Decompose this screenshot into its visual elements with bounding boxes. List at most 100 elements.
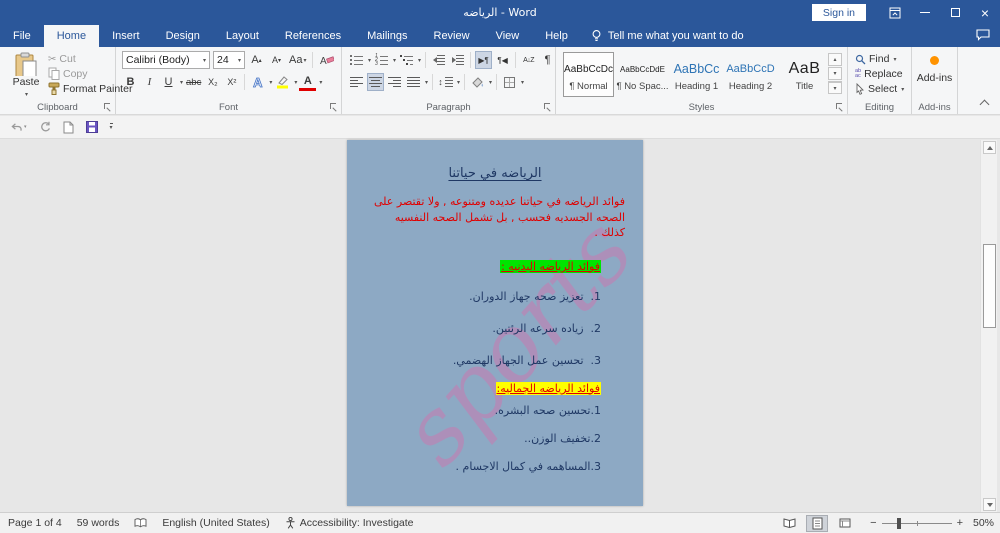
decrease-indent-button[interactable] (430, 51, 447, 69)
zoom-out-button[interactable]: − (870, 517, 876, 529)
change-case-button[interactable]: Aa (288, 51, 307, 69)
tab-references[interactable]: References (272, 25, 354, 47)
text-effects-caret-icon[interactable] (268, 76, 272, 88)
word-count[interactable]: 59 words (77, 517, 120, 529)
tab-design[interactable]: Design (153, 25, 213, 47)
list-item[interactable]: 1.تحسين صحه البشره. (363, 403, 601, 418)
multilevel-list-button[interactable] (398, 51, 415, 69)
tab-layout[interactable]: Layout (213, 25, 272, 47)
strikethrough-button[interactable]: abc (185, 73, 202, 91)
addins-button[interactable]: Add-ins (912, 56, 957, 84)
superscript-button[interactable]: X² (223, 73, 240, 91)
shading-caret-icon[interactable] (488, 76, 492, 88)
styles-more-button[interactable]: ▾ (828, 81, 842, 94)
subscript-button[interactable]: X₂ (204, 73, 221, 91)
clear-formatting-button[interactable]: A (318, 51, 335, 69)
numbering-caret-icon[interactable] (392, 54, 396, 66)
font-size-combobox[interactable]: 24 (213, 51, 245, 69)
font-color-button[interactable]: A (299, 73, 317, 91)
tab-mailings[interactable]: Mailings (354, 25, 420, 47)
justify-caret-icon[interactable] (424, 76, 428, 88)
justify-button[interactable] (405, 73, 422, 91)
vertical-scrollbar[interactable] (980, 140, 997, 512)
align-center-button[interactable] (367, 73, 384, 91)
text-effects-button[interactable]: A (249, 73, 266, 91)
style-no-spacing[interactable]: AaBbCcDdE ¶ No Spac... (616, 52, 668, 97)
proofing-button[interactable] (134, 518, 147, 528)
minimize-button[interactable] (910, 0, 940, 25)
shading-button[interactable] (469, 73, 486, 91)
zoom-slider-thumb[interactable] (896, 517, 901, 529)
tab-review[interactable]: Review (421, 25, 483, 47)
highlight-caret-icon[interactable] (293, 76, 297, 88)
beauty-benefits-heading[interactable]: فوائد الرياضه الجماليه: (495, 381, 601, 395)
underline-button[interactable]: U (160, 73, 177, 91)
replace-button[interactable]: ab ac Replace (855, 68, 904, 80)
save-button[interactable] (85, 121, 98, 133)
close-button[interactable]: × (970, 0, 1000, 25)
comments-button[interactable] (976, 29, 990, 44)
paragraph-dialog-launcher[interactable] (544, 103, 552, 111)
align-left-button[interactable] (348, 73, 365, 91)
zoom-in-button[interactable]: + (957, 517, 963, 529)
font-color-caret-icon[interactable] (318, 76, 322, 88)
clipboard-dialog-launcher[interactable] (104, 103, 112, 111)
borders-button[interactable] (501, 73, 518, 91)
list-item[interactable]: 2. زياده سرعه الرئتين. (363, 321, 601, 336)
print-layout-button[interactable] (806, 514, 829, 532)
ribbon-display-options-button[interactable] (880, 0, 910, 25)
list-item[interactable]: 1. تعزيز صحه جهاز الدوران. (363, 289, 601, 304)
style-heading-2[interactable]: AaBbCcD Heading 2 (725, 52, 776, 97)
scroll-up-button[interactable] (983, 141, 996, 154)
font-name-combobox[interactable]: Calibri (Body) (122, 51, 210, 69)
list-item[interactable]: 3.المساهمه في كمال الاجسام . (363, 459, 601, 474)
tab-view[interactable]: View (483, 25, 533, 47)
tell-me-box[interactable]: Tell me what you want to do (591, 25, 744, 47)
bullets-caret-icon[interactable] (367, 54, 371, 66)
tab-help[interactable]: Help (532, 25, 581, 47)
intro-paragraph[interactable]: فوائد الرياضه في حياتنا عديده ومتنوعه , … (369, 194, 625, 241)
italic-button[interactable]: I (141, 73, 158, 91)
undo-button[interactable]: ▾ (10, 122, 27, 133)
numbering-button[interactable] (373, 51, 390, 69)
select-button[interactable]: Select (855, 83, 904, 95)
align-right-button[interactable] (386, 73, 403, 91)
bullets-button[interactable] (348, 51, 365, 69)
scroll-down-button[interactable] (983, 498, 996, 511)
styles-scroll-down-button[interactable]: ▾ (828, 67, 842, 80)
font-dialog-launcher[interactable] (330, 103, 338, 111)
multilevel-caret-icon[interactable] (417, 54, 421, 66)
scrollbar-thumb[interactable] (983, 244, 996, 328)
shrink-font-button[interactable]: A ▾ (268, 51, 285, 69)
language-indicator[interactable]: English (United States) (162, 517, 269, 529)
underline-caret-icon[interactable] (179, 76, 183, 88)
paste-button[interactable]: Paste (8, 52, 44, 100)
page-indicator[interactable]: Page 1 of 4 (8, 517, 62, 529)
bold-button[interactable]: B (122, 73, 139, 91)
tab-file[interactable]: File (0, 25, 44, 47)
web-layout-button[interactable] (834, 515, 856, 532)
borders-caret-icon[interactable] (520, 76, 524, 88)
accessibility-button[interactable]: Accessibility: Investigate (285, 517, 414, 529)
styles-scroll-up-button[interactable]: ▴ (828, 53, 842, 66)
line-spacing-caret-icon[interactable] (456, 76, 460, 88)
redo-button[interactable] (39, 121, 51, 133)
rtl-text-direction-button[interactable]: ▶¶ (475, 51, 493, 69)
text-highlight-button[interactable] (274, 73, 291, 91)
list-item[interactable]: 3. تحسين عمل الجهاز الهضمي. (363, 353, 601, 368)
styles-dialog-launcher[interactable] (836, 103, 844, 111)
zoom-level[interactable]: 50% (968, 517, 994, 529)
style-heading-1[interactable]: AaBbCc Heading 1 (671, 52, 722, 97)
new-document-button[interactable] (63, 121, 74, 134)
sign-in-button[interactable]: Sign in (811, 4, 866, 21)
physical-benefits-heading[interactable]: فوائد الرياضه البدنيه : (500, 259, 601, 273)
document-page[interactable]: sports الرياضه في حياتنا فوائد الرياضه ف… (347, 140, 643, 506)
restore-button[interactable] (940, 0, 970, 25)
read-mode-button[interactable] (778, 515, 800, 532)
customize-quick-access-button[interactable]: ▾ (109, 123, 113, 131)
increase-indent-button[interactable] (449, 51, 466, 69)
ltr-text-direction-button[interactable]: ¶◀ (494, 51, 511, 69)
collapse-ribbon-button[interactable] (979, 99, 990, 110)
document-title[interactable]: الرياضه في حياتنا (363, 166, 627, 181)
style-normal[interactable]: AaBbCcDc ¶ Normal (563, 52, 614, 97)
